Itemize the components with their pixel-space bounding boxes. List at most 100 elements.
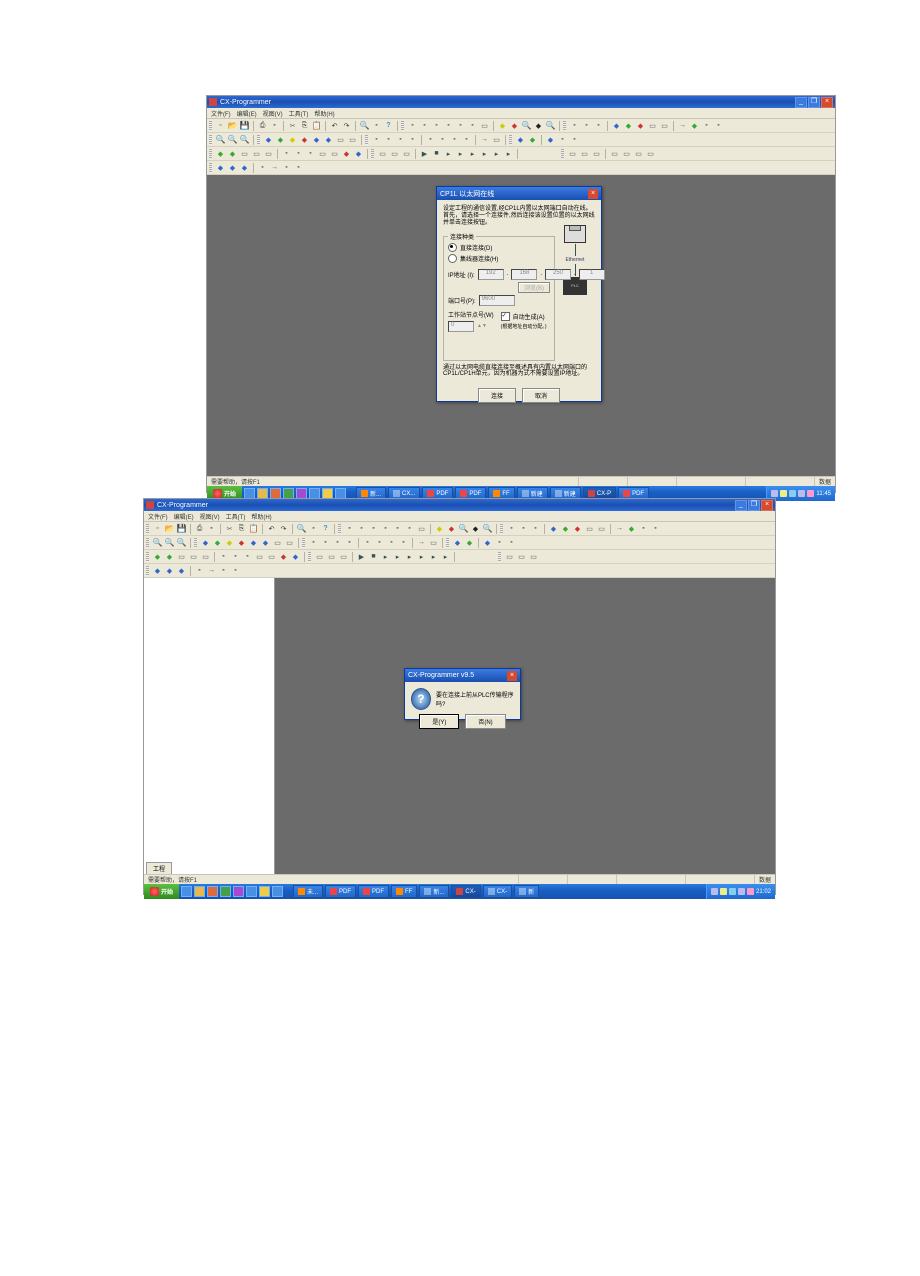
tray-icon[interactable]: [798, 490, 805, 497]
quicklaunch-icon[interactable]: [335, 488, 346, 499]
radio-hub[interactable]: [448, 254, 457, 263]
network-icon[interactable]: [515, 134, 526, 145]
help-icon[interactable]: [383, 120, 394, 131]
cut-icon[interactable]: [224, 523, 235, 534]
panel1-icon[interactable]: [200, 537, 211, 548]
run-icon[interactable]: [419, 148, 430, 159]
help-icon[interactable]: [320, 523, 331, 534]
sim1-icon[interactable]: [377, 148, 388, 159]
minimize-button[interactable]: _: [735, 500, 747, 511]
find-icon[interactable]: [296, 523, 307, 534]
ip-seg-4[interactable]: 1: [579, 269, 605, 280]
panel3-icon[interactable]: [287, 134, 298, 145]
bp-all-icon[interactable]: [242, 551, 253, 562]
upload-icon[interactable]: [701, 120, 712, 131]
undo-icon[interactable]: [329, 120, 340, 131]
quicklaunch-icon[interactable]: [296, 488, 307, 499]
menu-tool[interactable]: 工具(T): [226, 512, 246, 521]
menu-tool[interactable]: 工具(T): [289, 109, 309, 118]
network-icon[interactable]: [452, 537, 463, 548]
redo-icon[interactable]: [341, 120, 352, 131]
align-icon[interactable]: [593, 120, 604, 131]
extra1-icon[interactable]: [567, 148, 578, 159]
extra7-icon[interactable]: [645, 148, 656, 159]
goto-icon[interactable]: [479, 134, 490, 145]
nav2-icon[interactable]: [164, 565, 175, 576]
insert-col-icon[interactable]: [386, 537, 397, 548]
autogen-checkbox[interactable]: [501, 312, 510, 321]
error-icon[interactable]: [509, 120, 520, 131]
zoom-out-icon[interactable]: [227, 134, 238, 145]
quicklaunch-icon[interactable]: [207, 886, 218, 897]
bp-all-icon[interactable]: [305, 148, 316, 159]
insert-row-icon[interactable]: [362, 537, 373, 548]
ip-seg-2[interactable]: 168: [511, 269, 537, 280]
force-on-icon[interactable]: [278, 551, 289, 562]
rung-right-icon[interactable]: [407, 134, 418, 145]
goto-icon[interactable]: [416, 537, 427, 548]
hline-icon[interactable]: [392, 523, 403, 534]
close-button[interactable]: ×: [821, 97, 833, 108]
browse-button[interactable]: 浏览(B): [518, 282, 550, 293]
radio-direct[interactable]: [448, 243, 457, 252]
tool-icon[interactable]: [371, 120, 382, 131]
menu-edit[interactable]: 编辑(E): [237, 109, 257, 118]
mem-icon[interactable]: [494, 537, 505, 548]
zoom-icon[interactable]: [545, 120, 556, 131]
task-item[interactable]: PDF: [325, 885, 356, 898]
bp-icon[interactable]: [218, 551, 229, 562]
save-icon[interactable]: [239, 120, 250, 131]
halt-icon[interactable]: [368, 551, 379, 562]
print-icon[interactable]: [194, 523, 205, 534]
coil-set-icon[interactable]: [380, 523, 391, 534]
task-item[interactable]: CX-: [483, 885, 512, 898]
redo-icon[interactable]: [278, 523, 289, 534]
debug5-icon[interactable]: [263, 148, 274, 159]
window-icon[interactable]: [584, 523, 595, 534]
vline-icon[interactable]: [404, 523, 415, 534]
nav6-icon[interactable]: [281, 162, 292, 173]
grid-icon[interactable]: [581, 120, 592, 131]
rung-left-icon[interactable]: [332, 537, 343, 548]
menu-help[interactable]: 帮助(H): [251, 512, 271, 521]
quicklaunch-icon[interactable]: [309, 488, 320, 499]
quicklaunch-icon[interactable]: [257, 488, 268, 499]
step-out-icon[interactable]: [467, 148, 478, 159]
window-icon[interactable]: [647, 120, 658, 131]
online-icon[interactable]: [623, 120, 634, 131]
zoom-icon[interactable]: [482, 523, 493, 534]
nav3-icon[interactable]: [176, 565, 187, 576]
paste-icon[interactable]: [248, 523, 259, 534]
rung-left-icon[interactable]: [395, 134, 406, 145]
close-button[interactable]: ×: [761, 500, 773, 511]
coil-set-icon[interactable]: [443, 120, 454, 131]
mode-icon[interactable]: [611, 120, 622, 131]
extra4-icon[interactable]: [609, 148, 620, 159]
preview-icon[interactable]: [269, 120, 280, 131]
sim3-icon[interactable]: [338, 551, 349, 562]
set-icon[interactable]: [569, 134, 580, 145]
compare-icon[interactable]: [626, 523, 637, 534]
nav5-icon[interactable]: [206, 565, 217, 576]
quicklaunch-icon[interactable]: [181, 886, 192, 897]
search-icon[interactable]: [521, 120, 532, 131]
debug4-icon[interactable]: [251, 148, 262, 159]
nav7-icon[interactable]: [293, 162, 304, 173]
panel1-icon[interactable]: [263, 134, 274, 145]
quicklaunch-icon[interactable]: [322, 488, 333, 499]
monitor-icon[interactable]: [527, 134, 538, 145]
panel2-icon[interactable]: [212, 537, 223, 548]
tray-icon[interactable]: [729, 888, 736, 895]
menu-view[interactable]: 视图(V): [263, 109, 283, 118]
flag-icon[interactable]: [533, 120, 544, 131]
coil-icon[interactable]: [368, 523, 379, 534]
tray-icon[interactable]: [780, 490, 787, 497]
sim2-icon[interactable]: [389, 148, 400, 159]
step-reset-icon[interactable]: [503, 148, 514, 159]
align-icon[interactable]: [530, 523, 541, 534]
warning-icon[interactable]: [434, 523, 445, 534]
nav1-icon[interactable]: [152, 565, 163, 576]
tray-icon[interactable]: [807, 490, 814, 497]
task-item[interactable]: PDF: [358, 885, 389, 898]
quicklaunch-icon[interactable]: [194, 886, 205, 897]
